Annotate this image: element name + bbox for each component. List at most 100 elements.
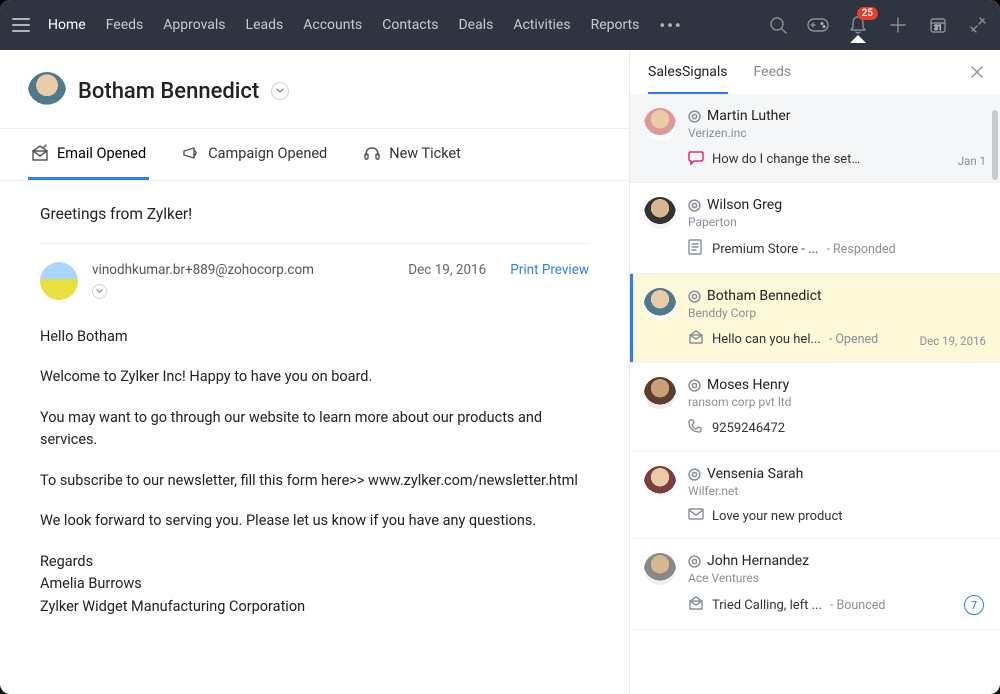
tab-label: Email Opened: [57, 145, 146, 162]
scrollbar[interactable]: [992, 110, 998, 688]
email-body: Hello Botham Welcome to Zylker Inc! Happ…: [40, 326, 589, 618]
bell-icon[interactable]: 25: [848, 15, 868, 35]
mail-open-icon: [688, 330, 704, 348]
search-icon[interactable]: [768, 15, 788, 35]
contact-menu-toggle[interactable]: [271, 82, 289, 100]
sidetab-feeds[interactable]: Feeds: [754, 64, 792, 94]
sidetab-salessignals[interactable]: SalesSignals: [648, 64, 728, 94]
contact-avatar: [28, 72, 66, 110]
nav-approvals[interactable]: Approvals: [163, 17, 225, 33]
nav-home[interactable]: Home: [48, 17, 86, 33]
signal-item[interactable]: Vensenia Sarah Wilfer.net Love your new …: [630, 452, 1000, 539]
signal-name: Vensenia Sarah: [707, 466, 803, 482]
email-area: Greetings from Zylker! vinodhkumar.br+88…: [0, 181, 629, 638]
nav-contacts[interactable]: Contacts: [382, 17, 438, 33]
target-icon: [688, 555, 701, 568]
signal-count: 7: [964, 595, 984, 615]
megaphone-icon: [182, 145, 200, 161]
email-line: Hello Botham: [40, 326, 589, 348]
email-meta-toggle[interactable]: [92, 284, 107, 299]
email-line: To subscribe to our newsletter, fill thi…: [40, 470, 589, 492]
signal-company: Wilfer.net: [688, 484, 984, 498]
popover-pointer-icon: [850, 35, 866, 43]
email-signature: Regards Amelia Burrows Zylker Widget Man…: [40, 551, 589, 618]
mail-icon: [688, 508, 704, 524]
signal-name: Botham Bennedict: [707, 288, 822, 304]
email-line: Welcome to Zylker Inc! Happy to have you…: [40, 366, 589, 388]
signal-msg: How do I change the settings f...: [712, 152, 862, 167]
sender-email: vinodhkumar.br+889@zohocorp.com: [92, 262, 394, 278]
signal-item[interactable]: Moses Henry ransom corp pvt ltd 92592464…: [630, 363, 1000, 452]
tools-icon[interactable]: [968, 15, 988, 35]
signal-msg: Love your new product: [712, 509, 843, 524]
email-meta: vinodhkumar.br+889@zohocorp.com Dec 19, …: [40, 262, 589, 300]
tab-label: Campaign Opened: [208, 145, 327, 162]
email-line: We look forward to serving you. Please l…: [40, 510, 589, 532]
signals-panel: SalesSignals Feeds Martin Luther Verizen…: [630, 50, 1000, 694]
signal-name: Wilson Greg: [707, 197, 782, 213]
avatar: [644, 197, 676, 229]
signal-company: Ace Ventures: [688, 571, 984, 585]
signal-list[interactable]: Martin Luther Verizen.inc How do I chang…: [630, 94, 1000, 694]
signal-msg: 9259246472: [712, 421, 785, 436]
nav-deals[interactable]: Deals: [458, 17, 493, 33]
target-icon: [688, 468, 701, 481]
tab-campaign-opened[interactable]: Campaign Opened: [179, 129, 330, 180]
divider: [40, 243, 589, 244]
signal-status: - Bounced: [830, 598, 886, 613]
contact-header: Botham Bennedict: [0, 50, 629, 129]
sender-avatar: [40, 262, 78, 300]
tab-label: New Ticket: [389, 145, 461, 162]
mail-open-icon: [31, 145, 49, 161]
nav-more-icon[interactable]: •••: [659, 16, 682, 35]
notification-badge: 25: [857, 7, 878, 20]
avatar: [644, 553, 676, 585]
signal-name: Moses Henry: [707, 377, 789, 393]
signal-name: John Hernandez: [707, 553, 809, 569]
signal-company: Verizen.inc: [688, 126, 984, 140]
signal-item[interactable]: John Hernandez Ace Ventures Tried Callin…: [630, 539, 1000, 630]
print-preview-link[interactable]: Print Preview: [510, 262, 589, 278]
mail-open-icon: [688, 596, 704, 614]
nav-feeds[interactable]: Feeds: [106, 17, 144, 33]
avatar: [644, 466, 676, 498]
nav-reports[interactable]: Reports: [591, 17, 640, 33]
plus-icon[interactable]: [888, 15, 908, 35]
close-icon[interactable]: [970, 64, 984, 83]
target-icon: [688, 379, 701, 392]
signal-date: Dec 19, 2016: [920, 334, 986, 348]
signal-company: Paperton: [688, 215, 984, 229]
headset-icon: [363, 145, 381, 161]
target-icon: [688, 290, 701, 303]
signal-date: Jan 1: [958, 154, 986, 168]
signal-status: - Responded: [827, 242, 896, 257]
topbar-right: 25 31: [768, 15, 988, 35]
target-icon: [688, 199, 701, 212]
nav-leads[interactable]: Leads: [246, 17, 284, 33]
tab-email-opened[interactable]: Email Opened: [28, 129, 149, 180]
signal-item[interactable]: Wilson Greg Paperton Premium Store - ...…: [630, 183, 1000, 274]
email-line: You may want to go through our website t…: [40, 407, 589, 452]
calendar-icon[interactable]: 31: [928, 15, 948, 35]
tab-new-ticket[interactable]: New Ticket: [360, 129, 464, 180]
phone-icon: [688, 419, 704, 437]
chat-icon: [688, 150, 704, 168]
signal-msg: Hello can you hel...: [712, 332, 821, 347]
email-date: Dec 19, 2016: [408, 262, 486, 278]
survey-icon: [688, 239, 704, 259]
avatar: [644, 108, 676, 140]
avatar: [644, 288, 676, 320]
nav-accounts[interactable]: Accounts: [303, 17, 362, 33]
svg-text:31: 31: [934, 24, 942, 32]
signal-status: - Opened: [829, 332, 878, 347]
hamburger-icon[interactable]: [12, 18, 30, 32]
signals-tabs: SalesSignals Feeds: [630, 50, 1000, 94]
main-panel: Botham Bennedict Email Opened Campaign O…: [0, 50, 630, 694]
nav-activities[interactable]: Activities: [513, 17, 570, 33]
gamepad-icon[interactable]: [808, 15, 828, 35]
signal-item[interactable]: Martin Luther Verizen.inc How do I chang…: [630, 94, 1000, 183]
signal-item-selected[interactable]: Botham Bennedict Benddy Corp Hello can y…: [630, 274, 1000, 363]
topbar: Home Feeds Approvals Leads Accounts Cont…: [0, 0, 1000, 50]
nav-items: Home Feeds Approvals Leads Accounts Cont…: [48, 16, 683, 35]
contact-name: Botham Bennedict: [78, 79, 259, 104]
